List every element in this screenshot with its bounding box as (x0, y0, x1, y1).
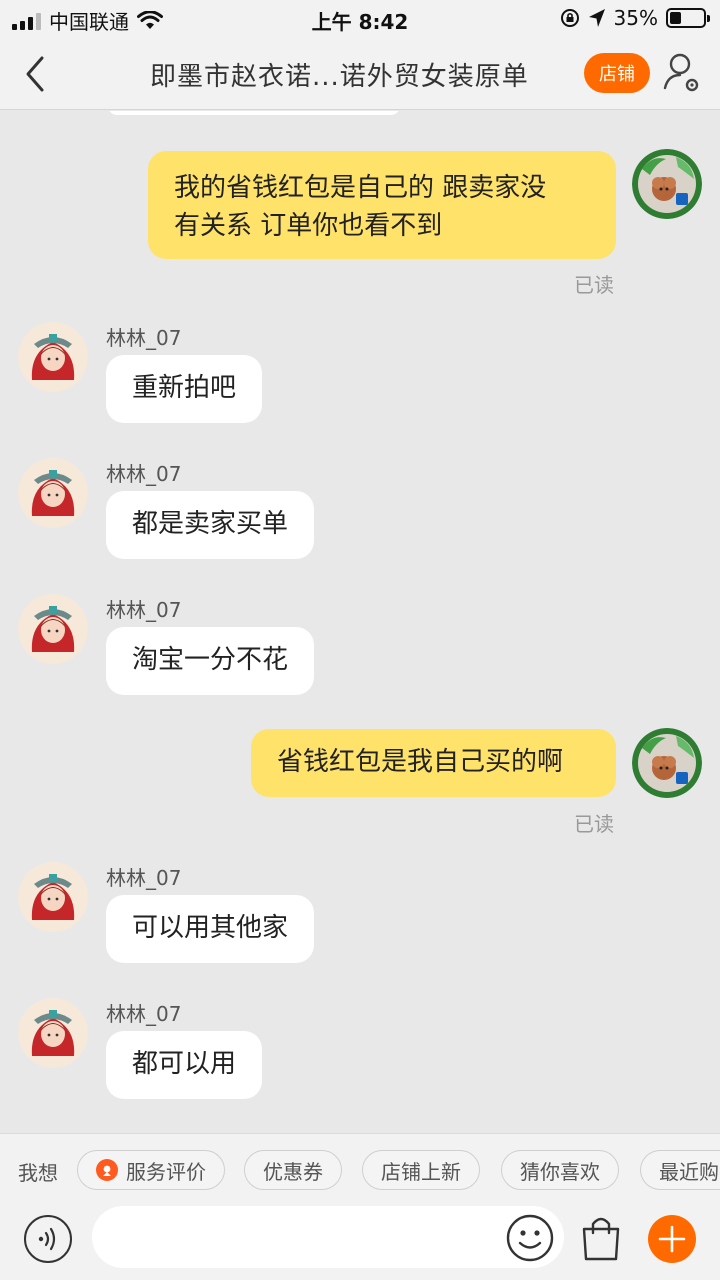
smiley-icon (506, 1214, 554, 1262)
status-right: 35% (560, 6, 710, 30)
chip-label: 服务评价 (126, 1159, 206, 1184)
plus-icon (658, 1225, 686, 1253)
chip-service-review[interactable]: 服务评价 (77, 1150, 225, 1190)
battery-percent: 35% (613, 6, 658, 30)
sender-name: 林林_07 (106, 1002, 182, 1026)
message-bubble-incoming[interactable]: 都可以用 (106, 1031, 263, 1099)
my-avatar[interactable] (632, 149, 702, 219)
sender-avatar[interactable] (18, 458, 88, 528)
chip-new-arrivals[interactable]: 店铺上新 (362, 1150, 480, 1190)
sender-avatar[interactable] (18, 998, 88, 1068)
review-icon (96, 1159, 118, 1181)
chip-recommendations[interactable]: 猜你喜欢 (501, 1150, 619, 1190)
voice-icon (38, 1227, 56, 1251)
voice-input-button[interactable] (24, 1215, 72, 1263)
back-button[interactable] (18, 52, 58, 96)
message-input-bar (0, 1203, 720, 1280)
chip-label: 最近购 (659, 1159, 719, 1184)
shop-button[interactable]: 店铺 (584, 53, 650, 93)
read-status: 已读 (574, 273, 614, 297)
emoji-button[interactable] (505, 1213, 555, 1263)
chip-coupons[interactable]: 优惠券 (244, 1150, 342, 1190)
shopping-bag-icon (582, 1217, 620, 1261)
message-bubble-incoming[interactable]: 淘宝一分不花 (106, 627, 315, 695)
chip-label: 猜你喜欢 (520, 1159, 600, 1184)
sender-avatar[interactable] (18, 862, 88, 932)
chat-messages[interactable]: 我的省钱红包是自己的 跟卖家没 有关系 订单你也看不到 已读 林林_07 重新拍… (0, 111, 720, 1133)
sender-name: 林林_07 (106, 326, 182, 350)
location-icon (588, 9, 605, 27)
user-settings-icon (663, 53, 699, 92)
my-avatar[interactable] (632, 728, 702, 798)
message-bubble-incoming[interactable]: 可以用其他家 (106, 895, 315, 963)
message-bubble-outgoing[interactable]: 省钱红包是我自己买的啊 (251, 729, 616, 797)
message-text-line: 有关系 订单你也看不到 (174, 211, 443, 241)
message-text-line: 我的省钱红包是自己的 跟卖家没 (174, 173, 547, 203)
sender-name: 林林_07 (106, 462, 182, 486)
sender-name: 林林_07 (106, 598, 182, 622)
sender-avatar[interactable] (18, 322, 88, 392)
more-actions-button[interactable] (648, 1215, 696, 1263)
clipped-message-bubble (108, 111, 400, 115)
message-bubble-incoming[interactable]: 都是卖家买单 (106, 491, 315, 559)
chat-header: 即墨市赵衣诺...诺外贸女装原单 店铺 (0, 38, 720, 110)
read-status: 已读 (574, 812, 614, 836)
message-input[interactable] (92, 1206, 564, 1268)
sender-avatar[interactable] (18, 594, 88, 664)
sender-name: 林林_07 (106, 866, 182, 890)
chip-recent[interactable]: 最近购 (640, 1150, 720, 1190)
chat-title: 即墨市赵衣诺...诺外贸女装原单 (150, 62, 529, 92)
products-button[interactable] (578, 1213, 624, 1263)
quick-actions-bar: 我想 服务评价 优惠券 店铺上新 猜你喜欢 最近购 (0, 1133, 720, 1203)
message-bubble-incoming[interactable]: 重新拍吧 (106, 355, 263, 423)
chevron-left-icon (26, 56, 44, 92)
profile-settings-button[interactable] (662, 50, 702, 96)
chip-label: 优惠券 (263, 1159, 323, 1184)
battery-icon (666, 8, 710, 28)
battery-fill (670, 12, 682, 24)
orientation-lock-icon (560, 9, 579, 27)
quick-actions-label: 我想 (18, 1161, 58, 1185)
message-bubble-outgoing[interactable]: 我的省钱红包是自己的 跟卖家没 有关系 订单你也看不到 (148, 151, 616, 259)
status-bar: 中国联通 上午 8:42 35% (0, 0, 720, 38)
chip-label: 店铺上新 (381, 1159, 461, 1184)
